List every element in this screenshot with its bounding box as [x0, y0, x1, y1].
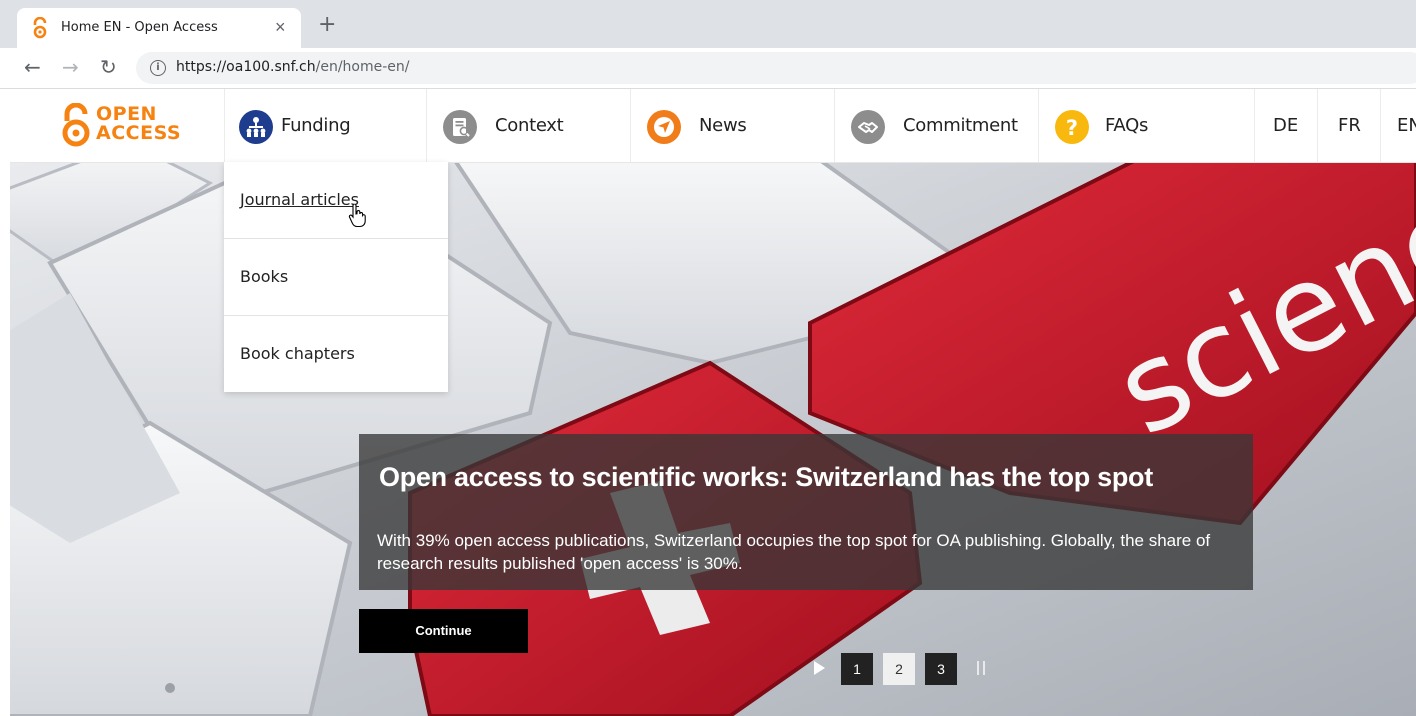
lang-fr-label: FR	[1338, 115, 1361, 136]
dropdown-label-book-chapters: Book chapters	[240, 344, 355, 363]
dropdown-item-journal-articles[interactable]: Journal articles	[224, 162, 448, 239]
continue-button[interactable]: Continue	[359, 609, 528, 653]
svg-text:?: ?	[1066, 116, 1078, 140]
browser-tab-strip: Home EN - Open Access × +	[0, 0, 1416, 48]
dropdown-item-book-chapters[interactable]: Book chapters	[224, 316, 448, 392]
lang-de[interactable]: DE	[1254, 89, 1318, 162]
lang-en-label: EN	[1397, 115, 1416, 136]
nav-label-funding: Funding	[281, 115, 351, 136]
nav-label-faqs: FAQs	[1105, 115, 1149, 136]
news-icon	[647, 110, 681, 144]
hero-title: Open access to scientific works: Switzer…	[379, 462, 1153, 492]
funding-icon	[239, 110, 273, 144]
hand-cursor-icon	[348, 204, 366, 228]
reload-icon[interactable]: ↻	[100, 54, 117, 80]
nav-item-funding[interactable]: Funding	[224, 89, 427, 162]
open-access-lock-icon	[62, 103, 90, 147]
dropdown-label-journal-articles: Journal articles	[240, 190, 359, 209]
slide-page-3[interactable]: 3	[925, 653, 957, 685]
nav-label-commitment: Commitment	[903, 115, 1018, 136]
logo-text: OPEN ACCESS	[96, 103, 182, 144]
hero-slider: scienc Open access to scientific works: …	[10, 163, 1416, 716]
dropdown-item-books[interactable]: Books	[224, 239, 448, 316]
hero-text: With 39% open access publications, Switz…	[377, 531, 1211, 573]
lang-en[interactable]: EN	[1380, 89, 1416, 162]
nav-item-news[interactable]: News	[630, 89, 835, 162]
tab-title: Home EN - Open Access	[61, 20, 218, 35]
site-info-icon[interactable]: i	[150, 60, 166, 76]
site-navigation: OPEN ACCESS Funding Context News Commitme…	[10, 89, 1416, 163]
commitment-icon	[851, 110, 885, 144]
nav-item-faqs[interactable]: ? FAQs	[1038, 89, 1255, 162]
address-bar[interactable]: i https://oa100.snf.ch/en/home-en/	[136, 52, 1416, 84]
pause-icon[interactable]	[977, 661, 985, 675]
funding-dropdown-menu: Journal articles Books Book chapters	[224, 162, 448, 392]
nav-label-context: Context	[495, 115, 564, 136]
forward-arrow-icon[interactable]: →	[62, 54, 79, 80]
open-access-logo[interactable]: OPEN ACCESS	[60, 103, 190, 149]
browser-toolbar: ← → ↻ i https://oa100.snf.ch/en/home-en/	[0, 48, 1416, 89]
context-icon	[443, 110, 477, 144]
open-access-favicon-icon	[33, 17, 47, 39]
back-arrow-icon[interactable]: ←	[24, 54, 41, 80]
nav-item-context[interactable]: Context	[426, 89, 631, 162]
lang-de-label: DE	[1273, 115, 1299, 136]
lang-fr[interactable]: FR	[1317, 89, 1381, 162]
nav-label-news: News	[699, 115, 747, 136]
slide-page-1[interactable]: 1	[841, 653, 873, 685]
url-text[interactable]: https://oa100.snf.ch/en/home-en/	[176, 59, 409, 75]
slide-page-2[interactable]: 2	[883, 653, 915, 685]
tab-close-icon[interactable]: ×	[275, 17, 286, 37]
browser-tab[interactable]: Home EN - Open Access ×	[17, 8, 301, 48]
play-icon[interactable]	[814, 661, 825, 675]
nav-item-commitment[interactable]: Commitment	[834, 89, 1039, 162]
hero-caption: Open access to scientific works: Switzer…	[359, 434, 1253, 590]
faqs-icon: ?	[1055, 110, 1089, 144]
dropdown-label-books: Books	[240, 267, 289, 286]
new-tab-button[interactable]: +	[318, 14, 336, 36]
